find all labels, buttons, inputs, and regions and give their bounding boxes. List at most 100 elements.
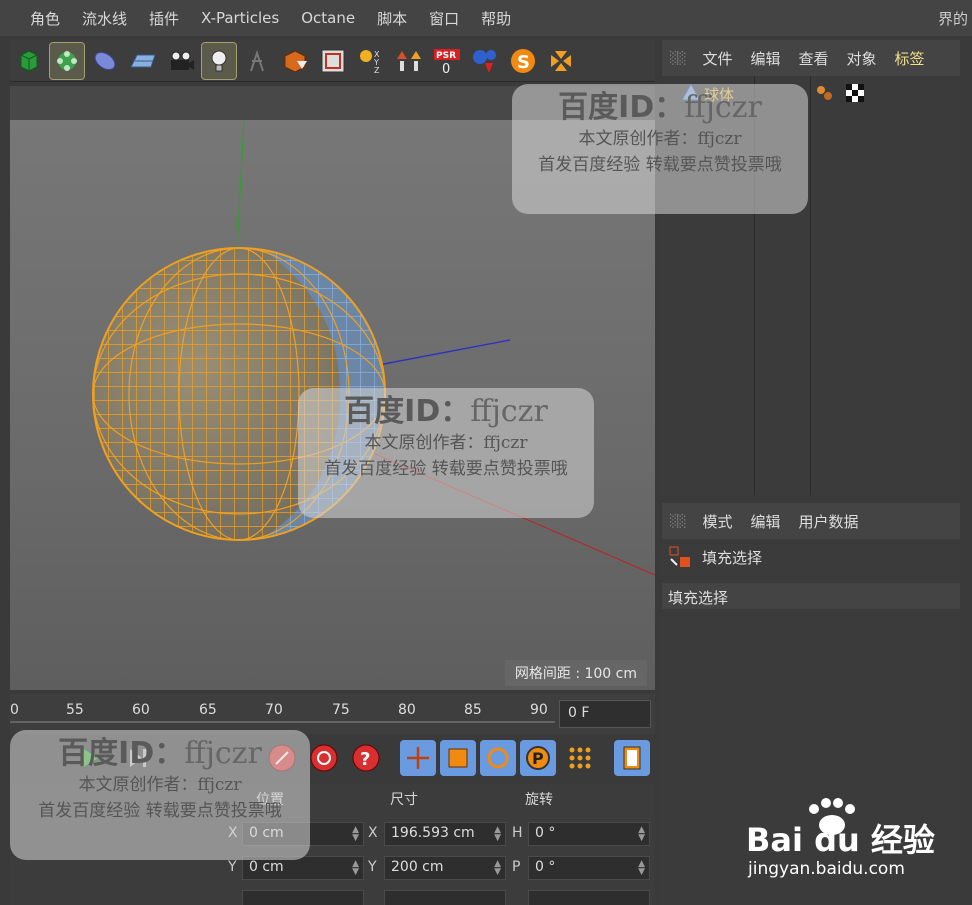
- position-axis-label: Y: [228, 859, 237, 875]
- object-menu-view[interactable]: 查看: [799, 48, 829, 69]
- light-tool-button[interactable]: [201, 41, 237, 80]
- object-menu-tags[interactable]: 标签: [895, 48, 925, 69]
- viewport-menu-bar: [10, 86, 655, 120]
- object-name: 球体: [704, 86, 735, 104]
- scene-render: [80, 120, 655, 576]
- deformer-tool-button[interactable]: [88, 43, 122, 79]
- cinema4d-window: 角色 流水线 插件 X-Particles Octane 脚本 窗口 帮助 界的: [0, 0, 972, 905]
- arrange-tool-button[interactable]: [392, 43, 426, 79]
- size-z-field[interactable]: [384, 890, 506, 905]
- 3d-viewport[interactable]: 网格间距 : 100 cm: [10, 120, 655, 690]
- move-key-button[interactable]: [400, 740, 436, 776]
- rotation-b-field[interactable]: [528, 890, 650, 905]
- attr-menu-userdata[interactable]: 用户数据: [799, 511, 859, 532]
- play-button[interactable]: [72, 740, 108, 776]
- current-frame-field[interactable]: 0 F: [559, 700, 651, 728]
- spinner-icon[interactable]: ▲ ▼: [494, 860, 501, 877]
- timeline-ruler[interactable]: 0 55 60 65 70 75 80 85 90: [10, 694, 555, 734]
- render-view-button[interactable]: [316, 43, 350, 79]
- checker-tag-icon[interactable]: [844, 82, 866, 104]
- spinner-icon[interactable]: ▲ ▼: [352, 826, 359, 843]
- rotate-key-button[interactable]: [480, 740, 516, 776]
- size-x-value: 196.593 cm: [391, 825, 475, 841]
- timeline-tick-label: 75: [332, 702, 350, 718]
- position-x-field[interactable]: 0 cm ▲ ▼: [242, 822, 364, 846]
- next-frame-button[interactable]: [120, 740, 156, 776]
- coordinates-row: [10, 888, 655, 905]
- position-z-field[interactable]: [242, 890, 364, 905]
- fill-selection-item[interactable]: 填充选择: [668, 545, 762, 569]
- timeline-tick-label: 80: [398, 702, 416, 718]
- explode-tool-button[interactable]: [544, 43, 578, 79]
- menu-item-window[interactable]: 窗口: [429, 8, 459, 29]
- sphere-object[interactable]: [80, 240, 410, 550]
- coordinates-header: 位置 尺寸 旋转: [10, 784, 655, 812]
- cube-tool-button[interactable]: [12, 43, 46, 79]
- spinner-icon[interactable]: ▲ ▼: [494, 826, 501, 843]
- character-tool-button[interactable]: [240, 43, 274, 79]
- position-y-field[interactable]: 0 cm ▲ ▼: [242, 856, 364, 880]
- coordinates-row: Y 0 cm ▲ ▼ Y 200 cm ▲ ▼ P 0 ° ▲ ▼: [10, 854, 655, 882]
- rotation-header: 旋转: [525, 792, 553, 808]
- svg-text:S: S: [517, 52, 530, 73]
- spinner-icon[interactable]: ▲ ▼: [638, 860, 645, 877]
- floor-tool-button[interactable]: [126, 43, 160, 79]
- menu-item-xparticles[interactable]: X-Particles: [201, 9, 279, 27]
- size-x-field[interactable]: 196.593 cm ▲ ▼: [384, 822, 506, 846]
- panel-grip-icon[interactable]: ░░: [670, 514, 687, 528]
- key-help-button[interactable]: ?: [348, 740, 384, 776]
- spinner-icon[interactable]: ▲ ▼: [352, 860, 359, 877]
- baidu-url: jingyan.baidu.com: [748, 859, 905, 879]
- menu-item-character[interactable]: 角色: [30, 8, 60, 29]
- size-axis-label: X: [368, 825, 378, 841]
- baidu-logo-text: Bai du 经验: [746, 821, 935, 859]
- bake-tool-button[interactable]: [278, 43, 312, 79]
- object-row-sphere[interactable]: 球体: [662, 80, 960, 106]
- timeline-window-button[interactable]: [614, 740, 650, 776]
- psr-tool-button[interactable]: PSR 0: [430, 43, 464, 79]
- molecule-tool-button[interactable]: [468, 43, 502, 79]
- scale-key-button[interactable]: [440, 740, 476, 776]
- cloner-icon: [57, 50, 77, 71]
- p-circle-icon: P: [526, 746, 550, 770]
- coordinates-row: X 0 cm ▲ ▼ X 196.593 cm ▲ ▼ H 0 ° ▲ ▼: [10, 820, 655, 848]
- size-axis-label: Y: [368, 859, 377, 875]
- question-icon: ?: [352, 744, 380, 772]
- menu-item-pipeline[interactable]: 流水线: [82, 8, 127, 29]
- record-key-button[interactable]: [264, 740, 300, 776]
- menu-item-script[interactable]: 脚本: [377, 8, 407, 29]
- psr-icon: PSR0: [434, 48, 460, 75]
- size-y-field[interactable]: 200 cm ▲ ▼: [384, 856, 506, 880]
- position-axis-label: X: [228, 825, 238, 841]
- array-tool-button[interactable]: [49, 41, 85, 80]
- record-key-icon: [268, 744, 296, 772]
- menu-item-help[interactable]: 帮助: [481, 8, 511, 29]
- arrange-arrows-icon: [397, 50, 421, 71]
- column-divider: [810, 76, 811, 495]
- menu-item-interface[interactable]: 界的: [938, 8, 968, 29]
- point-level-button[interactable]: [562, 740, 598, 776]
- rotation-h-field[interactable]: 0 ° ▲ ▼: [528, 822, 650, 846]
- play-icon: [82, 747, 100, 769]
- main-toolbar: XYZ PSR 0 S: [10, 40, 655, 82]
- timeline[interactable]: 0 55 60 65 70 75 80 85 90 0 F: [10, 694, 655, 734]
- camera-icon: [171, 51, 194, 70]
- rotation-p-field[interactable]: 0 ° ▲ ▼: [528, 856, 650, 880]
- object-menu-file[interactable]: 文件: [702, 48, 732, 69]
- align-xyz-button[interactable]: XYZ: [354, 43, 388, 79]
- menu-item-octane[interactable]: Octane: [301, 9, 355, 27]
- material-tag-icon[interactable]: [814, 82, 836, 104]
- object-menu-edit[interactable]: 编辑: [750, 48, 780, 69]
- attr-menu-edit[interactable]: 编辑: [750, 511, 780, 532]
- param-key-button[interactable]: P: [520, 740, 556, 776]
- panel-grip-icon[interactable]: ░░: [670, 51, 687, 65]
- spinner-icon[interactable]: ▲ ▼: [638, 826, 645, 843]
- menu-item-plugins[interactable]: 插件: [149, 8, 179, 29]
- script-tool-button[interactable]: S: [506, 43, 540, 79]
- object-menu-object[interactable]: 对象: [847, 48, 877, 69]
- autokey-icon: [310, 744, 338, 772]
- autokey-button[interactable]: [306, 740, 342, 776]
- position-x-value: 0 cm: [249, 825, 284, 841]
- camera-tool-button[interactable]: [164, 43, 198, 79]
- attr-menu-mode[interactable]: 模式: [702, 511, 732, 532]
